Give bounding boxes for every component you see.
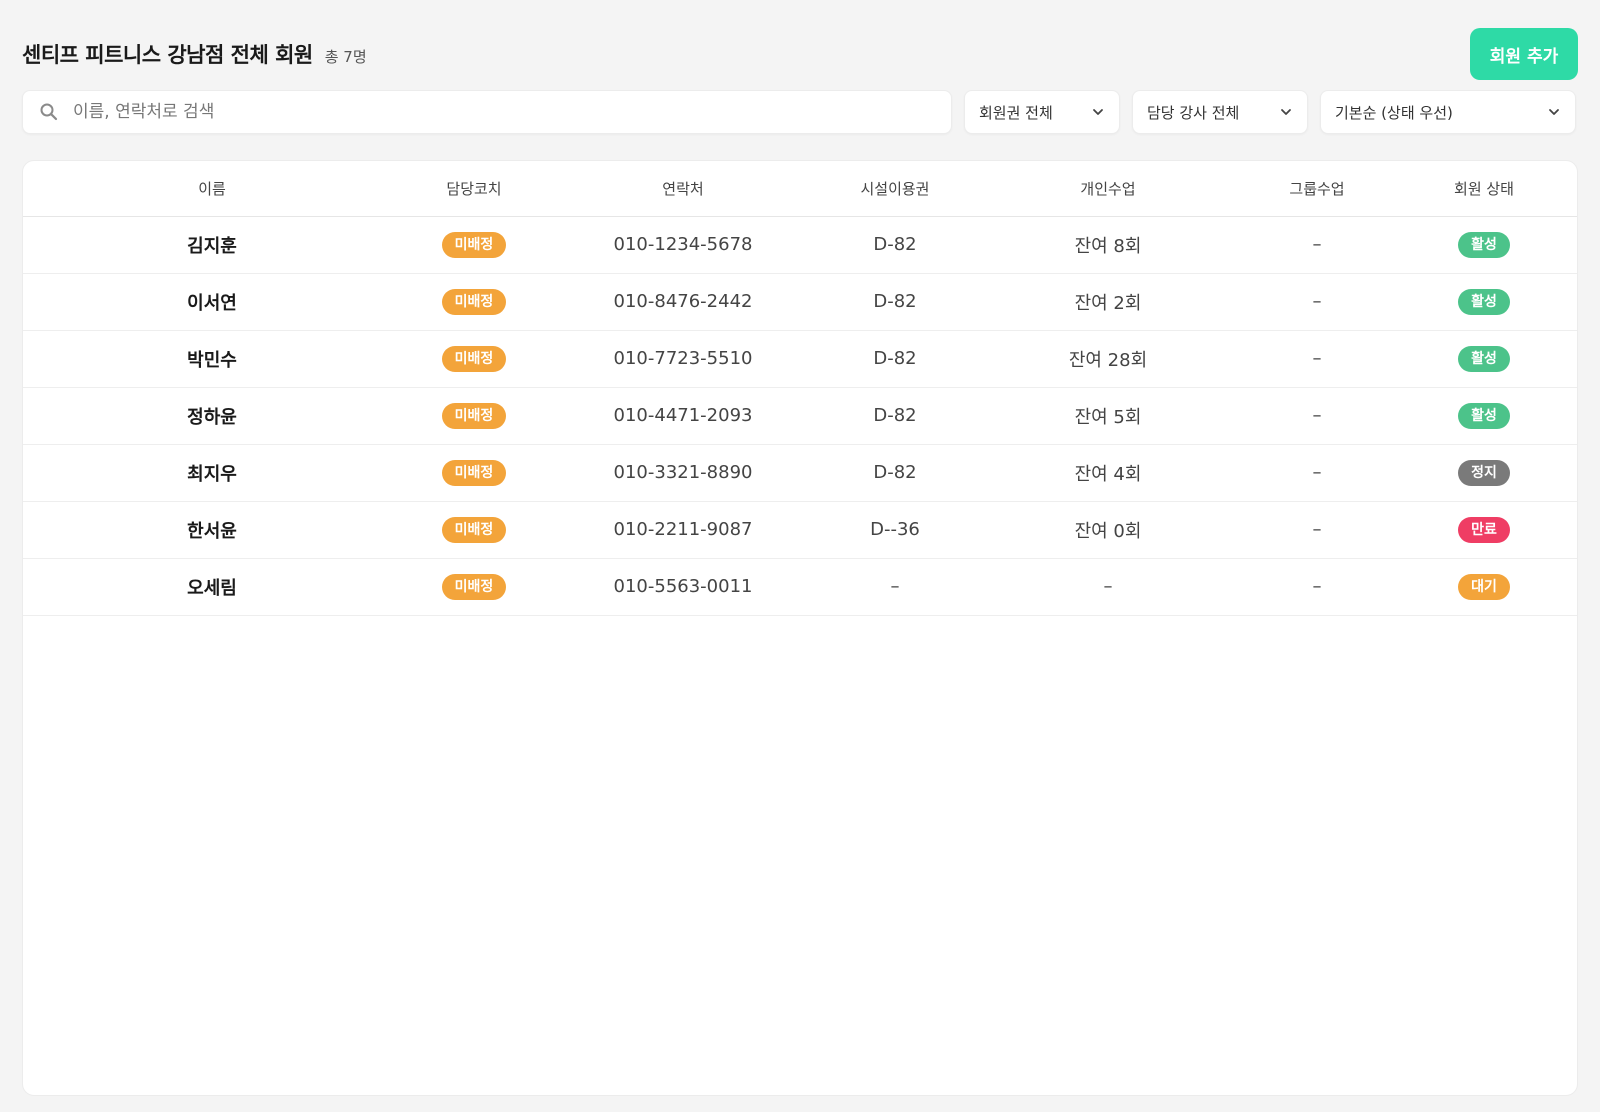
phone-cell: 010-1234-5678 <box>547 216 819 274</box>
personal-class-cell: 잔여 2회 <box>971 273 1245 331</box>
page-title: 센티프 피트니스 강남점 전체 회원 <box>22 43 313 67</box>
table-row[interactable]: 정하윤 미배정 010-4471-2093 D-82 잔여 5회 – 활성 <box>23 387 1577 445</box>
group-class-cell: – <box>1245 501 1389 559</box>
facility-cell: D-82 <box>819 216 971 274</box>
status-badge: 만료 <box>1458 516 1510 543</box>
group-class-cell: – <box>1245 216 1389 274</box>
personal-class-cell: 잔여 28회 <box>971 330 1245 388</box>
facility-cell: D--36 <box>819 501 971 559</box>
column-header-status[interactable]: 회원 상태 <box>1389 161 1577 217</box>
member-table: 이름 담당코치 연락처 시설이용권 개인수업 그룹수업 회원 상태 김지훈 미배정… <box>23 161 1577 616</box>
group-class-cell: – <box>1245 444 1389 502</box>
coach-filter-value: 담당 강사 전체 <box>1147 103 1240 122</box>
group-class-cell: – <box>1245 330 1389 388</box>
column-header-facility[interactable]: 시설이용권 <box>819 161 971 217</box>
phone-cell: 010-2211-9087 <box>547 501 819 559</box>
membership-filter-select[interactable]: 회원권 전체 <box>964 90 1120 134</box>
member-name: 이서연 <box>23 273 401 331</box>
personal-class-cell: 잔여 5회 <box>971 387 1245 445</box>
coach-cell: 미배정 <box>401 330 547 388</box>
chevron-down-icon <box>1093 109 1103 115</box>
status-cell: 정지 <box>1389 444 1577 502</box>
status-badge: 대기 <box>1458 573 1510 600</box>
table-row[interactable]: 박민수 미배정 010-7723-5510 D-82 잔여 28회 – 활성 <box>23 330 1577 388</box>
table-header-row: 이름 담당코치 연락처 시설이용권 개인수업 그룹수업 회원 상태 <box>23 161 1577 217</box>
column-header-phone[interactable]: 연락처 <box>547 161 819 217</box>
status-badge: 활성 <box>1458 288 1510 315</box>
table-row[interactable]: 오세림 미배정 010-5563-0011– – – 대기 <box>23 558 1577 616</box>
coach-badge[interactable]: 미배정 <box>442 345 506 372</box>
coach-cell: 미배정 <box>401 216 547 274</box>
status-badge: 활성 <box>1458 402 1510 429</box>
coach-badge[interactable]: 미배정 <box>442 459 506 486</box>
coach-badge[interactable]: 미배정 <box>442 573 506 600</box>
title-group: 센티프 피트니스 강남점 전체 회원 총 7명 <box>22 39 367 69</box>
facility-cell: D-82 <box>819 387 971 445</box>
facility-cell: D-82 <box>819 330 971 388</box>
member-name: 김지훈 <box>23 216 401 274</box>
member-name: 최지우 <box>23 444 401 502</box>
phone-cell: 010-3321-8890 <box>547 444 819 502</box>
personal-class-cell: 잔여 4회 <box>971 444 1245 502</box>
column-header-name[interactable]: 이름 <box>23 161 401 217</box>
personal-class-cell: – <box>971 558 1245 616</box>
coach-badge[interactable]: 미배정 <box>442 402 506 429</box>
phone-cell: 010-8476-2442 <box>547 273 819 331</box>
status-cell: 활성 <box>1389 330 1577 388</box>
membership-filter-value: 회원권 전체 <box>979 103 1053 122</box>
personal-class-cell: 잔여 8회 <box>971 216 1245 274</box>
group-class-cell: – <box>1245 273 1389 331</box>
table-row[interactable]: 최지우 미배정 010-3321-8890 D-82 잔여 4회 – 정지 <box>23 444 1577 502</box>
status-cell: 활성 <box>1389 387 1577 445</box>
member-name: 정하윤 <box>23 387 401 445</box>
status-badge: 정지 <box>1458 459 1510 486</box>
add-member-button[interactable]: 회원 추가 <box>1470 28 1578 80</box>
coach-cell: 미배정 <box>401 558 547 616</box>
filter-bar: 회원권 전체 담당 강사 전체 기본순 (상태 우선) <box>22 90 1578 134</box>
coach-badge[interactable]: 미배정 <box>442 231 506 258</box>
chevron-down-icon <box>1549 109 1559 115</box>
search-icon <box>40 103 58 121</box>
coach-cell: 미배정 <box>401 273 547 331</box>
column-header-group[interactable]: 그룹수업 <box>1245 161 1389 217</box>
total-count: 총 7명 <box>324 48 367 66</box>
status-badge: 활성 <box>1458 345 1510 372</box>
status-cell: 만료 <box>1389 501 1577 559</box>
facility-cell: – <box>819 558 971 616</box>
member-name: 박민수 <box>23 330 401 388</box>
table-row[interactable]: 한서윤 미배정 010-2211-9087 D--36 잔여 0회 – 만료 <box>23 501 1577 559</box>
coach-badge[interactable]: 미배정 <box>442 288 506 315</box>
member-name: 한서윤 <box>23 501 401 559</box>
phone-cell: 010-4471-2093 <box>547 387 819 445</box>
status-cell: 활성 <box>1389 216 1577 274</box>
phone-cell: 010-7723-5510 <box>547 330 819 388</box>
status-badge: 활성 <box>1458 231 1510 258</box>
search-input[interactable] <box>73 102 951 122</box>
page-header: 센티프 피트니스 강남점 전체 회원 총 7명 회원 추가 <box>22 28 1578 80</box>
coach-cell: 미배정 <box>401 444 547 502</box>
group-class-cell: – <box>1245 387 1389 445</box>
sort-value: 기본순 (상태 우선) <box>1335 103 1453 122</box>
column-header-coach[interactable]: 담당코치 <box>401 161 547 217</box>
coach-cell: 미배정 <box>401 501 547 559</box>
facility-cell: D-82 <box>819 273 971 331</box>
coach-filter-select[interactable]: 담당 강사 전체 <box>1132 90 1308 134</box>
group-class-cell: – <box>1245 558 1389 616</box>
chevron-down-icon <box>1281 109 1291 115</box>
sort-select[interactable]: 기본순 (상태 우선) <box>1320 90 1576 134</box>
facility-cell: D-82 <box>819 444 971 502</box>
phone-cell: 010-5563-0011 <box>547 558 819 616</box>
column-header-personal[interactable]: 개인수업 <box>971 161 1245 217</box>
table-row[interactable]: 이서연 미배정 010-8476-2442 D-82 잔여 2회 – 활성 <box>23 273 1577 331</box>
status-cell: 대기 <box>1389 558 1577 616</box>
member-table-card: 이름 담당코치 연락처 시설이용권 개인수업 그룹수업 회원 상태 김지훈 미배정… <box>22 160 1578 1096</box>
coach-badge[interactable]: 미배정 <box>442 516 506 543</box>
personal-class-cell: 잔여 0회 <box>971 501 1245 559</box>
search-box[interactable] <box>22 90 952 134</box>
coach-cell: 미배정 <box>401 387 547 445</box>
status-cell: 활성 <box>1389 273 1577 331</box>
table-row[interactable]: 김지훈 미배정 010-1234-5678 D-82 잔여 8회 – 활성 <box>23 216 1577 274</box>
member-name: 오세림 <box>23 558 401 616</box>
